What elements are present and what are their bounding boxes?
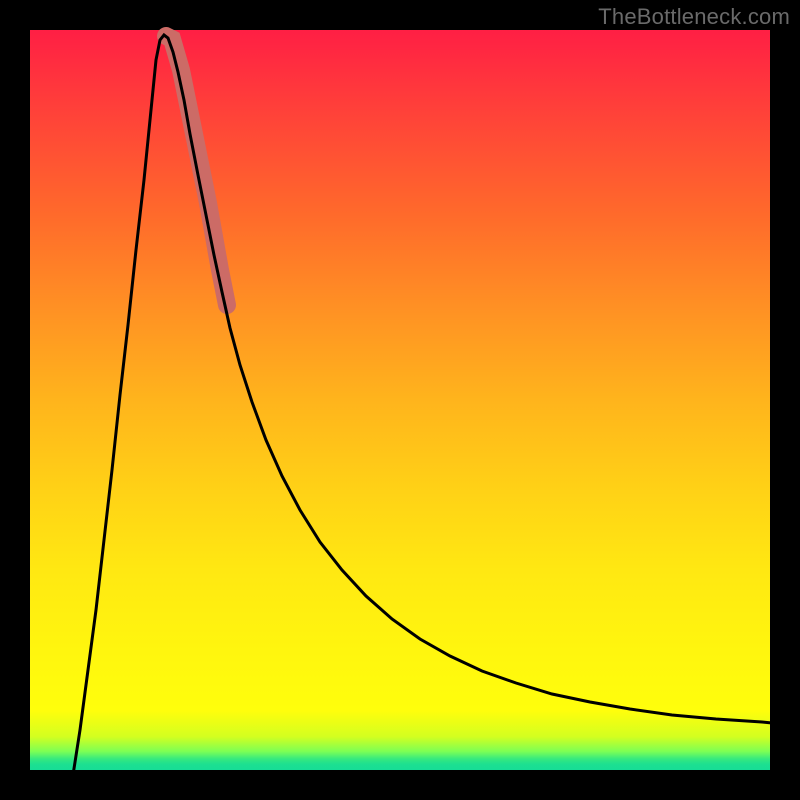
chart-svg (30, 30, 770, 770)
watermark-text: TheBottleneck.com (598, 4, 790, 30)
chart-container: TheBottleneck.com (0, 0, 800, 800)
plot-area (30, 30, 770, 770)
black-curve (73, 35, 772, 775)
